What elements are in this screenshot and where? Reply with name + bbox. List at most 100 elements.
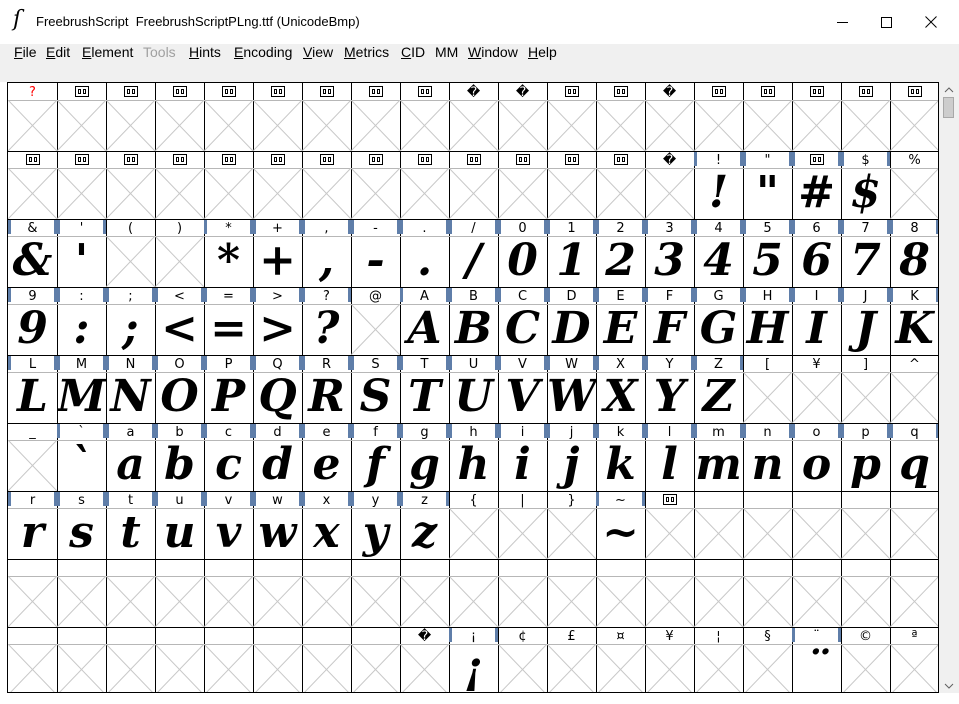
glyph-cell[interactable] bbox=[155, 559, 204, 627]
glyph-cell[interactable] bbox=[694, 491, 743, 559]
glyph-cell[interactable]: 00 bbox=[498, 219, 547, 287]
glyph-cell[interactable]: 55 bbox=[743, 219, 792, 287]
glyph-cell[interactable]: RR bbox=[302, 355, 351, 423]
glyph-cell[interactable]: � bbox=[645, 151, 694, 219]
glyph-cell[interactable]: mm bbox=[694, 423, 743, 491]
glyph-cell[interactable]: EE bbox=[596, 287, 645, 355]
glyph-cell[interactable]: ` ` bbox=[57, 423, 106, 491]
glyph-cell[interactable]: dd bbox=[253, 423, 302, 491]
glyph-cell[interactable] bbox=[106, 151, 155, 219]
glyph-cell[interactable]: cc bbox=[204, 423, 253, 491]
glyph-cell[interactable]: 99 bbox=[8, 287, 57, 355]
glyph-cell[interactable]: ¨ ¨ bbox=[792, 627, 841, 692]
glyph-cell[interactable]: KK bbox=[890, 287, 938, 355]
glyph-cell[interactable]: ¥ bbox=[792, 355, 841, 423]
glyph-cell[interactable]: ( bbox=[106, 219, 155, 287]
glyph-cell[interactable]: ^ bbox=[890, 355, 938, 423]
glyph-cell[interactable] bbox=[498, 559, 547, 627]
glyph-cell[interactable]: } bbox=[547, 491, 596, 559]
glyph-cell[interactable]: DD bbox=[547, 287, 596, 355]
glyph-cell[interactable]: | bbox=[498, 491, 547, 559]
glyph-cell[interactable]: 33 bbox=[645, 219, 694, 287]
scroll-up-icon[interactable] bbox=[943, 84, 955, 96]
glyph-cell[interactable]: AA bbox=[400, 287, 449, 355]
glyph-cell[interactable] bbox=[547, 559, 596, 627]
glyph-cell[interactable]: aa bbox=[106, 423, 155, 491]
glyph-cell[interactable]: NN bbox=[106, 355, 155, 423]
glyph-cell[interactable] bbox=[400, 559, 449, 627]
glyph-cell[interactable]: -- bbox=[351, 219, 400, 287]
minimize-button[interactable] bbox=[819, 0, 865, 44]
glyph-cell[interactable] bbox=[106, 559, 155, 627]
glyph-cell[interactable]: SS bbox=[351, 355, 400, 423]
glyph-cell[interactable]: nn bbox=[743, 423, 792, 491]
glyph-cell[interactable]: yy bbox=[351, 491, 400, 559]
glyph-cell[interactable]: ¦ bbox=[694, 627, 743, 692]
glyph-cell[interactable] bbox=[645, 559, 694, 627]
glyph-cell[interactable]: 11 bbox=[547, 219, 596, 287]
glyph-cell[interactable]: ?? bbox=[302, 287, 351, 355]
glyph-cell[interactable]: rr bbox=[8, 491, 57, 559]
menu-edit[interactable]: Edit bbox=[46, 44, 70, 59]
menu-hints[interactable]: Hints bbox=[189, 44, 221, 59]
glyph-cell[interactable] bbox=[351, 83, 400, 151]
glyph-cell[interactable]: 77 bbox=[841, 219, 890, 287]
glyph-cell[interactable]: ss bbox=[57, 491, 106, 559]
vertical-scrollbar[interactable] bbox=[939, 82, 959, 693]
glyph-cell[interactable] bbox=[253, 83, 302, 151]
menu-view[interactable]: View bbox=[303, 44, 333, 59]
glyph-cell[interactable]: bb bbox=[155, 423, 204, 491]
glyph-cell[interactable] bbox=[743, 83, 792, 151]
glyph-cell[interactable] bbox=[253, 151, 302, 219]
glyph-cell[interactable] bbox=[596, 151, 645, 219]
glyph-cell[interactable] bbox=[792, 559, 841, 627]
glyph-cell[interactable] bbox=[841, 559, 890, 627]
glyph-cell[interactable]: ¡ ¡ bbox=[449, 627, 498, 692]
glyph-cell[interactable] bbox=[351, 627, 400, 692]
glyph-cell[interactable] bbox=[8, 627, 57, 692]
glyph-cell[interactable]: ,, bbox=[302, 219, 351, 287]
glyph-cell[interactable]: JJ bbox=[841, 287, 890, 355]
glyph-cell[interactable] bbox=[596, 83, 645, 151]
glyph-cell[interactable]: ] bbox=[841, 355, 890, 423]
glyph-cell[interactable]: @ bbox=[351, 287, 400, 355]
menu-metrics[interactable]: Metrics bbox=[344, 44, 389, 59]
glyph-cell[interactable] bbox=[792, 83, 841, 151]
glyph-cell[interactable] bbox=[792, 491, 841, 559]
glyph-cell[interactable] bbox=[8, 559, 57, 627]
menu-window[interactable]: Window bbox=[468, 44, 518, 59]
glyph-cell[interactable]: ¥ bbox=[645, 627, 694, 692]
glyph-cell[interactable]: $ $ bbox=[841, 151, 890, 219]
glyph-cell[interactable]: % bbox=[890, 151, 938, 219]
glyph-cell[interactable]: " " bbox=[743, 151, 792, 219]
glyph-cell[interactable] bbox=[694, 559, 743, 627]
glyph-cell[interactable]: FF bbox=[645, 287, 694, 355]
glyph-cell[interactable]: CC bbox=[498, 287, 547, 355]
glyph-cell[interactable] bbox=[302, 627, 351, 692]
glyph-cell[interactable]: > > bbox=[253, 287, 302, 355]
glyph-cell[interactable]: � bbox=[498, 83, 547, 151]
glyph-cell[interactable]: VV bbox=[498, 355, 547, 423]
glyph-cell[interactable]: II bbox=[792, 287, 841, 355]
glyph-cell[interactable]: + + bbox=[253, 219, 302, 287]
glyph-cell[interactable]: ) bbox=[155, 219, 204, 287]
glyph-cell[interactable]: £ bbox=[547, 627, 596, 692]
glyph-cell[interactable]: ¢ bbox=[498, 627, 547, 692]
glyph-cell[interactable]: 66 bbox=[792, 219, 841, 287]
glyph-cell[interactable]: 44 bbox=[694, 219, 743, 287]
menu-encoding[interactable]: Encoding bbox=[234, 44, 292, 59]
glyph-cell[interactable] bbox=[302, 559, 351, 627]
glyph-cell[interactable] bbox=[596, 559, 645, 627]
glyph-cell[interactable]: ' ' bbox=[57, 219, 106, 287]
glyph-cell[interactable] bbox=[155, 627, 204, 692]
close-button[interactable] bbox=[908, 0, 954, 44]
glyph-cell[interactable]: ii bbox=[498, 423, 547, 491]
glyph-cell[interactable]: © bbox=[841, 627, 890, 692]
glyph-cell[interactable] bbox=[547, 83, 596, 151]
glyph-cell[interactable]: 22 bbox=[596, 219, 645, 287]
glyph-cell[interactable] bbox=[547, 151, 596, 219]
glyph-cell[interactable]: LL bbox=[8, 355, 57, 423]
glyph-cell[interactable] bbox=[155, 151, 204, 219]
glyph-cell[interactable]: GG bbox=[694, 287, 743, 355]
glyph-cell[interactable] bbox=[351, 559, 400, 627]
